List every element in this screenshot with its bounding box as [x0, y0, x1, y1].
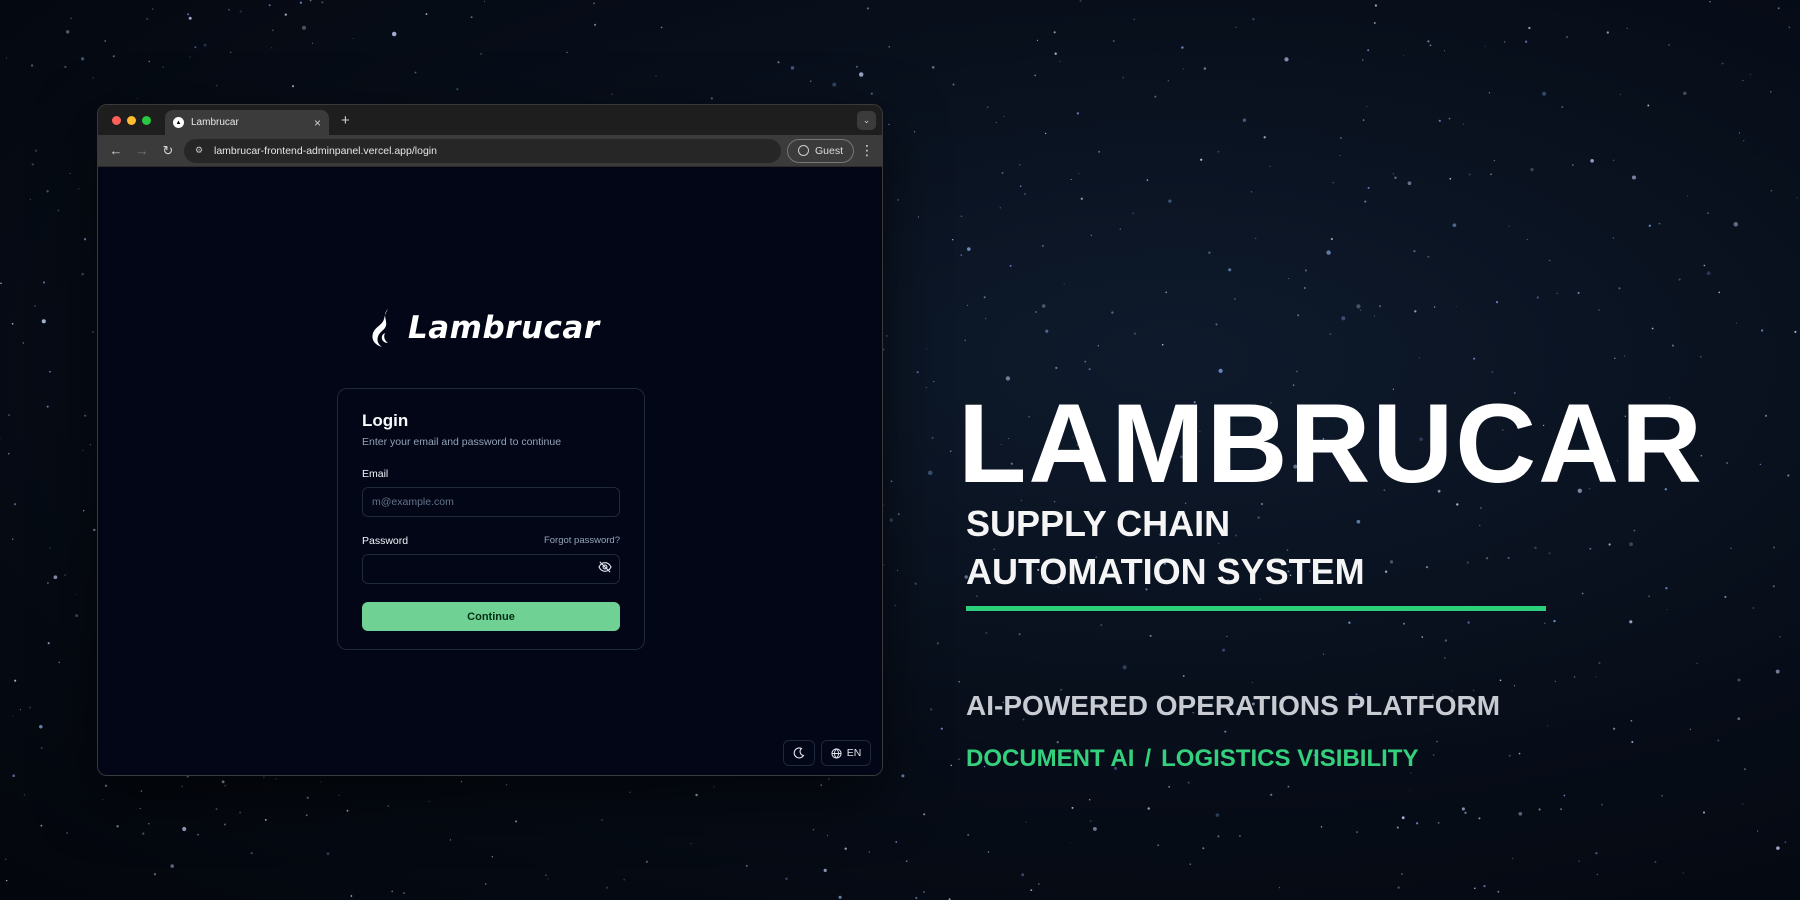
tab-strip: ▲ Lambrucar × + ⌄ [98, 105, 882, 135]
page-viewport: Lambrucar Login Enter your email and pas… [98, 167, 882, 775]
minimize-window-button[interactable] [127, 116, 136, 125]
url-text: lambrucar-frontend-adminpanel.vercel.app… [214, 144, 437, 157]
brand-name: Lambrucar [408, 310, 600, 346]
guest-profile-button[interactable]: Guest [786, 138, 854, 163]
new-tab-button[interactable]: + [341, 112, 350, 129]
brand-logo: Lambrucar [368, 307, 600, 349]
triangle-favicon-icon: ▲ [173, 117, 184, 128]
site-settings-icon[interactable]: ⚙ [192, 144, 206, 158]
globe-icon [831, 747, 842, 759]
close-tab-icon[interactable]: × [314, 116, 321, 130]
flame-logo-icon [372, 309, 388, 347]
email-label: Email [362, 468, 389, 480]
email-field[interactable] [362, 487, 620, 517]
tab-lambrucar[interactable]: ▲ Lambrucar × [165, 110, 329, 135]
password-field[interactable] [362, 554, 620, 584]
theme-toggle-button[interactable] [783, 740, 815, 766]
login-card: Login Enter your email and password to c… [337, 388, 645, 650]
login-title: Login [362, 411, 409, 430]
password-label: Password [362, 535, 409, 547]
profile-label: Guest [814, 144, 843, 157]
hero-tagline: AI-POWERED OPERATIONS PLATFORM [966, 690, 1501, 721]
corner-controls: EN [783, 740, 871, 766]
browser-toolbar: ← → ↻ ⚙ lambrucar-frontend-adminpanel.ve… [98, 135, 882, 167]
chevron-down-icon[interactable]: ⌄ [857, 111, 876, 130]
profile-icon [797, 145, 809, 156]
hero-subtitle: SUPPLY CHAIN AUTOMATION SYSTEM [966, 500, 1365, 596]
hero-subtitle-line-2: AUTOMATION SYSTEM [966, 551, 1365, 592]
hero-features: DOCUMENT AI / LOGISTICS VISIBILITY [966, 745, 1418, 773]
forward-arrow-icon[interactable]: → [132, 141, 152, 161]
email-label-row: Email [362, 468, 620, 480]
reload-icon[interactable]: ↻ [158, 141, 178, 161]
back-arrow-icon[interactable]: ← [106, 141, 126, 161]
tab-title: Lambrucar [191, 117, 239, 128]
address-bar[interactable]: ⚙ lambrucar-frontend-adminpanel.vercel.a… [184, 138, 781, 163]
password-label-row: Password Forgot password? [362, 535, 620, 547]
more-menu-icon[interactable]: ⋮ [860, 142, 874, 159]
accent-divider [966, 606, 1546, 611]
feature-separator: / [1144, 745, 1152, 772]
eye-off-icon[interactable] [598, 561, 612, 573]
language-label: EN [846, 747, 862, 759]
forgot-password-link[interactable]: Forgot password? [544, 535, 620, 547]
hero-title: LAMBRUCAR [958, 381, 1704, 506]
password-wrapper [362, 547, 620, 584]
login-subtitle: Enter your email and password to continu… [362, 436, 562, 448]
feature-document-ai: DOCUMENT AI [966, 745, 1135, 772]
moon-icon [793, 747, 805, 759]
feature-logistics-visibility: LOGISTICS VISIBILITY [1161, 745, 1419, 772]
maximize-window-button[interactable] [142, 116, 151, 125]
close-window-button[interactable] [112, 116, 121, 125]
browser-window: ▲ Lambrucar × + ⌄ ← → ↻ ⚙ lambrucar-fron… [97, 104, 883, 776]
continue-button[interactable]: Continue [362, 602, 620, 631]
language-button[interactable]: EN [821, 740, 871, 766]
window-controls [112, 116, 151, 125]
hero-subtitle-line-1: SUPPLY CHAIN [966, 503, 1231, 544]
